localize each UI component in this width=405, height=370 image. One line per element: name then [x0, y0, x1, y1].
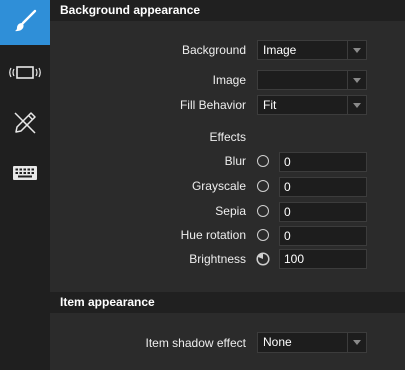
brightness-dial[interactable]: [256, 252, 270, 269]
item-shadow-select-value: None: [263, 335, 292, 349]
sepia-label: Sepia: [215, 204, 246, 218]
grayscale-dial[interactable]: [257, 180, 269, 192]
sidebar-item-keyboard[interactable]: [0, 152, 50, 197]
chevron-down-icon: [347, 41, 366, 59]
hue-rotation-input[interactable]: 0: [279, 226, 367, 246]
hue-rotation-dial[interactable]: [257, 229, 269, 241]
background-select[interactable]: Image: [257, 40, 367, 60]
chevron-down-icon: [347, 333, 366, 352]
chevron-down-icon: [347, 71, 366, 89]
sepia-dial[interactable]: [257, 205, 269, 217]
sidebar: [0, 0, 50, 370]
sidebar-item-device[interactable]: [0, 52, 50, 97]
sepia-input[interactable]: 0: [279, 202, 367, 222]
image-label: Image: [212, 73, 246, 87]
sidebar-item-appearance[interactable]: [0, 0, 50, 45]
pen-crossed-icon: [12, 110, 38, 139]
device-vibrate-icon: [8, 63, 42, 86]
keyboard-icon: [12, 164, 38, 185]
grayscale-label: Grayscale: [191, 179, 246, 193]
brightness-input[interactable]: 100: [279, 249, 367, 269]
blur-dial[interactable]: [257, 155, 269, 167]
item-shadow-select[interactable]: None: [257, 332, 367, 353]
background-select-value: Image: [263, 43, 297, 57]
hue-rotation-label: Hue rotation: [180, 228, 246, 242]
image-select[interactable]: [257, 70, 367, 90]
item-shadow-label: Item shadow effect: [145, 336, 247, 350]
settings-panel: Background appearance Background Image I…: [50, 0, 405, 370]
paintbrush-icon: [12, 8, 38, 37]
fill-behavior-select[interactable]: Fit: [257, 95, 367, 115]
background-section-header: Background appearance: [50, 0, 405, 21]
blur-input[interactable]: 0: [279, 152, 367, 172]
item-section-header: Item appearance: [50, 292, 405, 313]
background-label: Background: [181, 43, 246, 57]
sidebar-item-pen[interactable]: [0, 102, 50, 147]
blur-label: Blur: [224, 154, 246, 168]
fill-behavior-select-value: Fit: [263, 98, 277, 112]
fill-behavior-label: Fill Behavior: [179, 98, 246, 112]
brightness-label: Brightness: [189, 252, 246, 266]
chevron-down-icon: [347, 96, 366, 114]
effects-heading: Effects: [209, 130, 246, 144]
grayscale-input[interactable]: 0: [279, 177, 367, 197]
